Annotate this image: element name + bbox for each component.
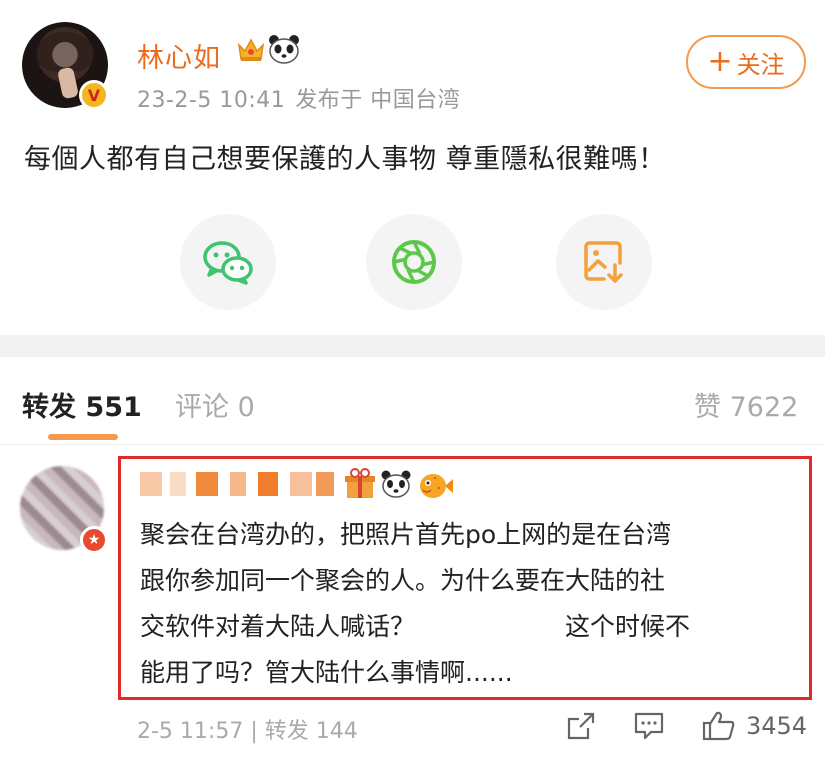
comment-text: 聚会在台湾办的，把照片首先po上网的是在台湾 跟你参加同一个聚会的人。为什么要在… [140, 512, 805, 696]
comment-repost-count[interactable]: 转发 144 [265, 719, 358, 744]
post-location: 发布于 中国台湾 [295, 88, 461, 113]
tab-reposts-label: 转发 [22, 392, 76, 423]
comment-like-count: 3454 [746, 712, 808, 740]
panda-icon [381, 470, 411, 498]
thumbs-up-icon [702, 711, 735, 741]
puffer-fish-icon [420, 474, 453, 498]
comment-footer: 2-5 11:57 | 转发 144 [137, 713, 358, 745]
gift-box-icon [345, 468, 375, 498]
verified-badge-icon: V [79, 80, 109, 110]
tab-comments-label: 评论 [175, 392, 229, 423]
post-meta: 23-2-5 10:41 发布于 中国台湾 [137, 82, 470, 114]
tab-reposts-count: 551 [85, 392, 142, 423]
share-wechat-button[interactable] [180, 214, 276, 310]
tab-comments[interactable]: 评论 0 [175, 385, 255, 424]
comment-line: 交软件对着大陆人喊话？ 这个时候不 [140, 612, 691, 641]
commenter-name-redacted[interactable] [140, 472, 340, 498]
moments-icon [392, 240, 436, 284]
avatar-hair [36, 32, 94, 72]
share-out-button[interactable] [566, 708, 596, 744]
comment-line: 聚会在台湾办的，把照片首先po上网的是在台湾 [140, 520, 672, 549]
comment-bubble-icon [634, 712, 664, 740]
save-image-icon [584, 241, 623, 283]
tab-likes[interactable]: 赞 7622 [694, 385, 798, 424]
commenter-badge-icon: ★ [80, 526, 108, 554]
tab-likes-label: 赞 [694, 392, 721, 423]
save-image-button[interactable] [556, 214, 652, 310]
follow-button[interactable]: + 关注 [686, 35, 806, 89]
tab-reposts[interactable]: 转发 551 [22, 385, 142, 424]
interaction-tabs: 转发 551 评论 0 赞 7622 [0, 357, 825, 445]
like-button[interactable]: 3454 [702, 708, 807, 744]
commenter-badges [345, 468, 455, 500]
comment-time: 2-5 11:57 [137, 719, 244, 744]
reply-button[interactable] [633, 708, 665, 744]
section-divider [0, 335, 825, 357]
share-out-icon [567, 712, 595, 740]
author-name[interactable]: 林心如 [137, 36, 221, 75]
post-timestamp: 23-2-5 10:41 [137, 88, 286, 113]
post-card: V 林心如 23-2-5 10:41 发布于 中国台湾 + 关注 每個人都有自己想要… [0, 0, 825, 335]
crown-icon [236, 35, 266, 63]
tab-comments-count: 0 [237, 392, 255, 423]
plus-icon: + [707, 44, 733, 79]
post-content: 每個人都有自己想要保護的人事物 尊重隱私很難嗎！ [24, 144, 666, 175]
follow-label: 关注 [736, 50, 785, 79]
comment-line: 跟你参加同一个聚会的人。为什么要在大陆的社 [140, 566, 666, 595]
comment-line: 能用了吗？管大陆什么事情啊...... [140, 658, 513, 687]
footer-separator: | [250, 719, 258, 744]
active-tab-indicator [48, 434, 118, 440]
share-moments-button[interactable] [366, 214, 462, 310]
tab-likes-count: 7622 [729, 392, 799, 423]
panda-icon [268, 34, 300, 64]
wechat-icon [203, 241, 253, 285]
